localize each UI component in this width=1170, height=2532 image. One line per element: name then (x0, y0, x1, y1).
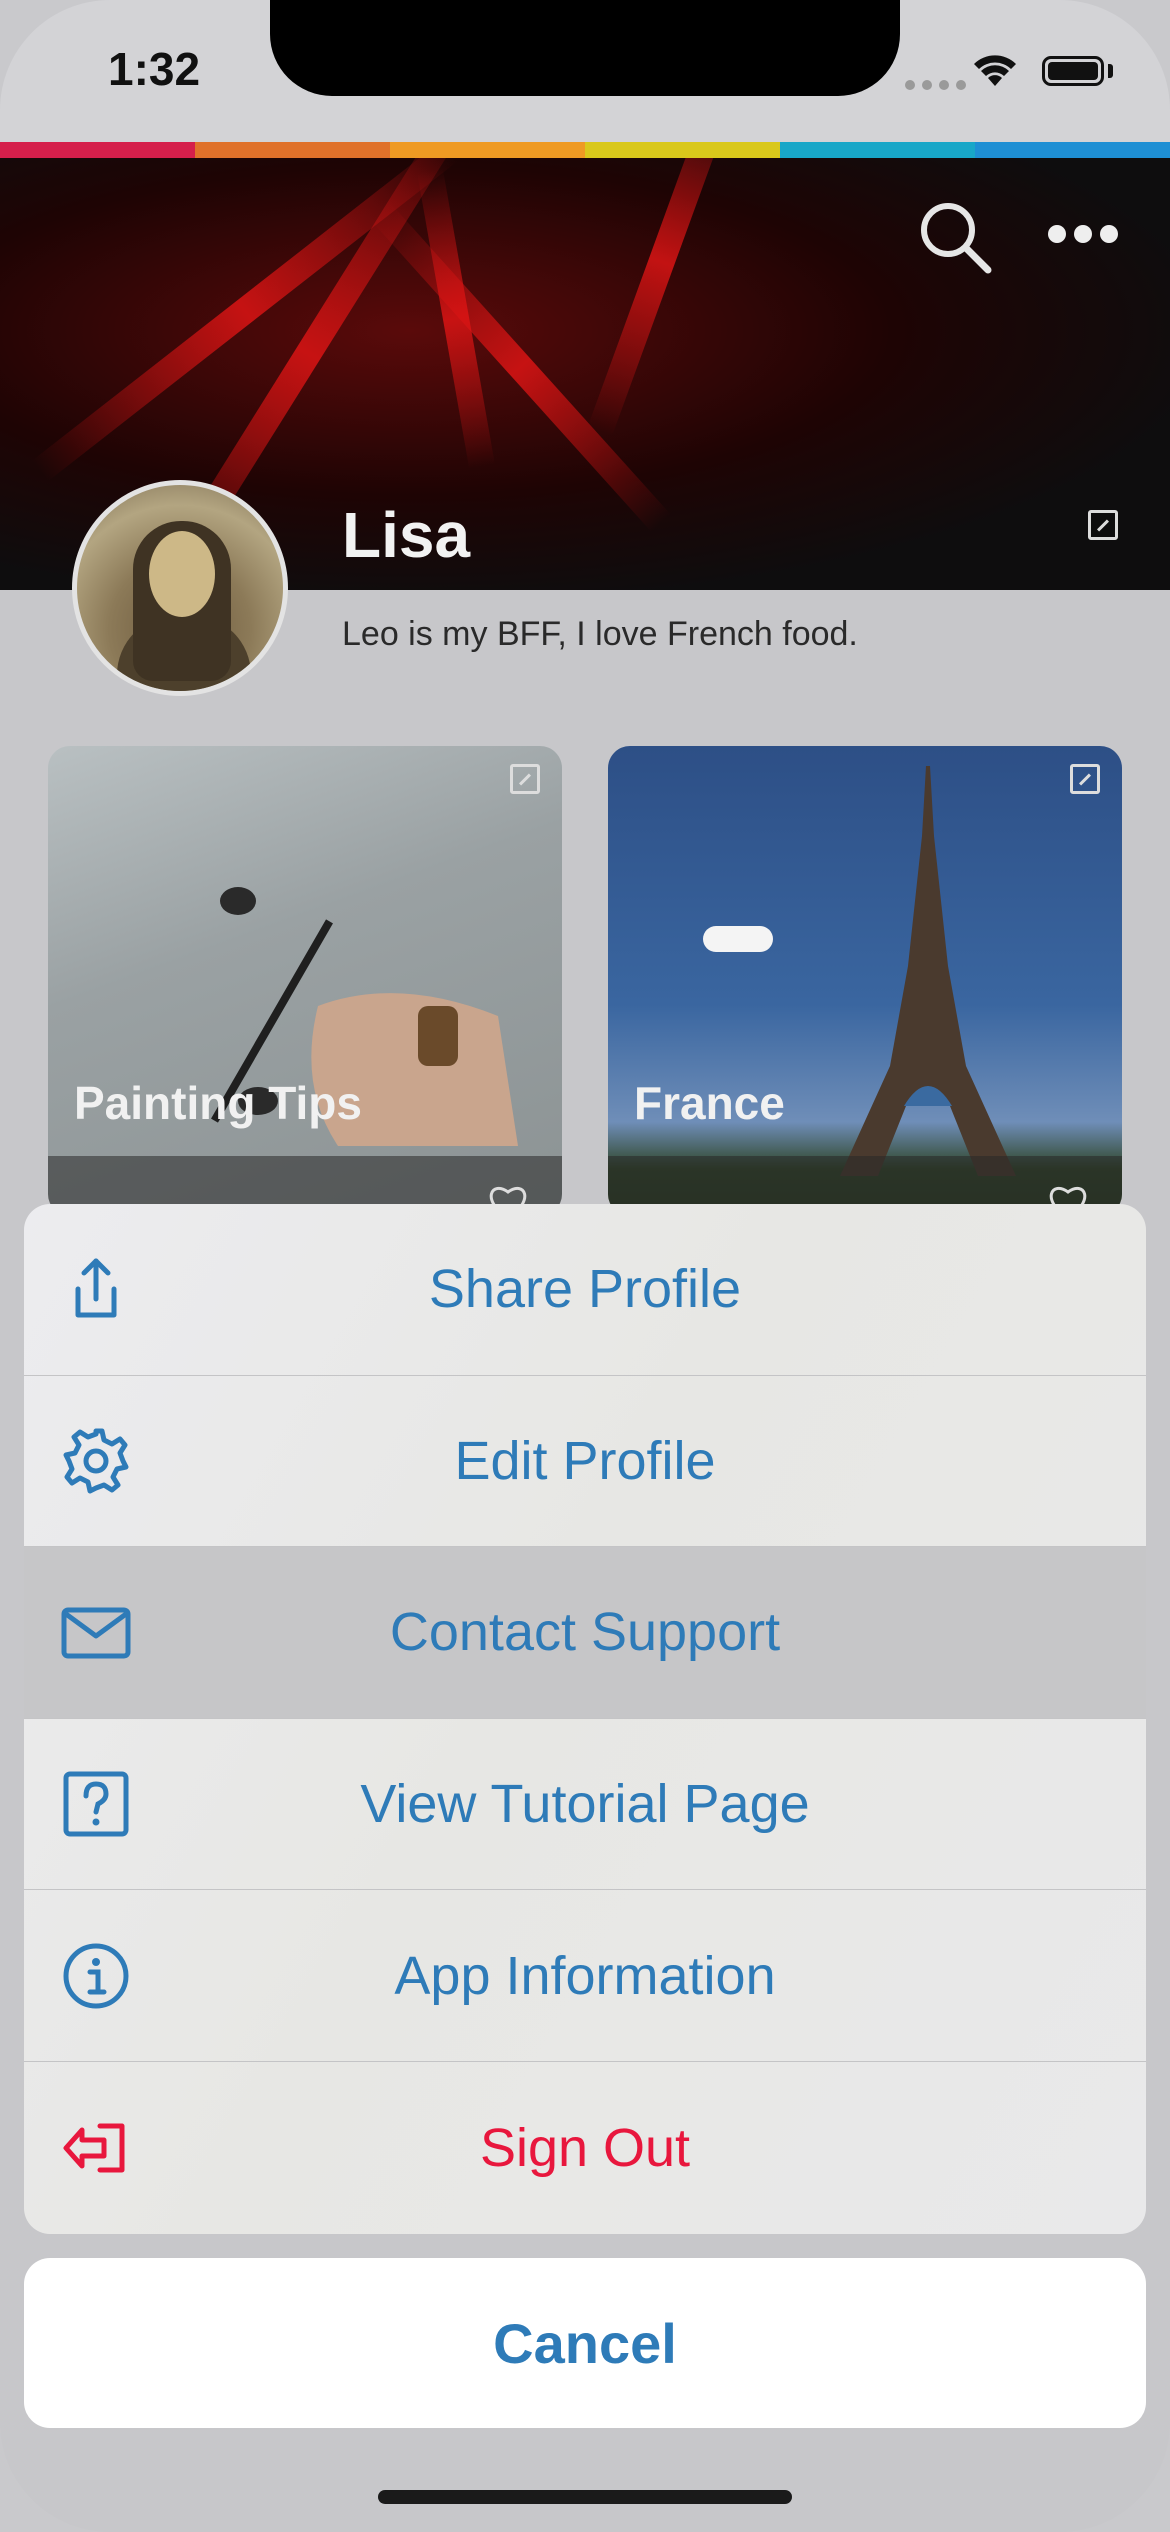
edit-profile-button[interactable]: Edit Profile (24, 1376, 1146, 1548)
contact-support-button[interactable]: Contact Support (24, 1547, 1146, 1719)
cellular-signal-icon (905, 80, 966, 90)
wifi-icon (974, 55, 1016, 86)
share-profile-button[interactable]: Share Profile (24, 1204, 1146, 1376)
sign-out-icon (63, 2123, 125, 2173)
gear-icon (63, 1428, 129, 1494)
home-indicator[interactable] (378, 2490, 792, 2504)
app-information-label: App Information (394, 1945, 776, 2006)
cancel-label: Cancel (493, 2311, 677, 2375)
help-icon (63, 1771, 129, 1837)
notch (270, 0, 900, 96)
cancel-button[interactable]: Cancel (24, 2258, 1146, 2428)
app-information-button[interactable]: App Information (24, 1890, 1146, 2062)
status-bar: 1:32 (0, 0, 1170, 150)
sign-out-label: Sign Out (479, 2117, 691, 2178)
mail-icon (61, 1607, 131, 1659)
share-profile-label: Share Profile (428, 1259, 742, 1320)
view-tutorial-button[interactable]: View Tutorial Page (24, 1719, 1146, 1891)
battery-icon (1042, 56, 1104, 86)
view-tutorial-label: View Tutorial Page (360, 1774, 810, 1835)
contact-support-label: Contact Support (389, 1602, 781, 1663)
action-sheet: Share Profile Edit Profile Contact Suppo… (24, 1204, 1146, 2234)
phone-screen: 1:32 Lisa Leo is my BFF, I love French f… (0, 0, 1170, 2532)
info-icon (63, 1943, 129, 2009)
sign-out-button[interactable]: Sign Out (24, 2062, 1146, 2234)
battery-cap (1108, 64, 1113, 78)
status-time: 1:32 (108, 43, 201, 95)
dim-overlay (0, 150, 1170, 1250)
edit-profile-label: Edit Profile (454, 1430, 716, 1491)
share-icon (75, 1258, 117, 1318)
